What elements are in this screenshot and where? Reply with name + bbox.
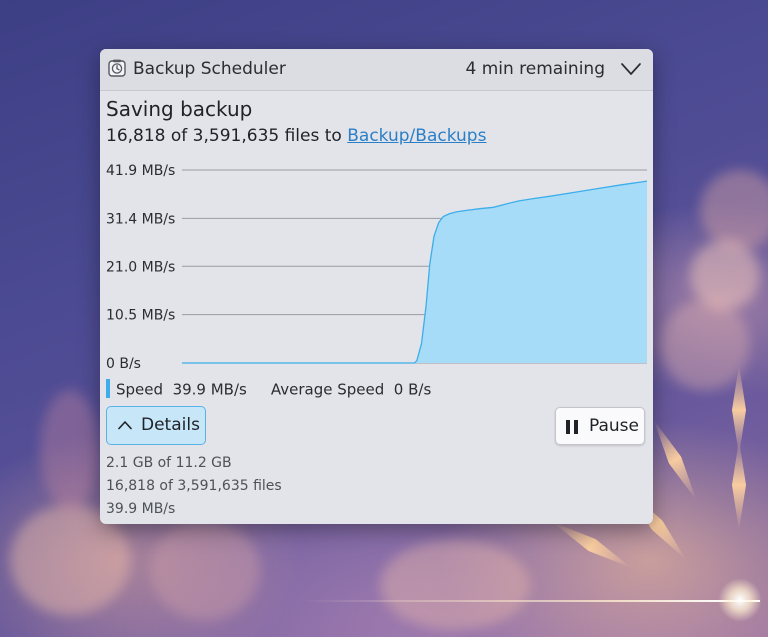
files-progress: 16,818 of 3,591,635 files: [106, 478, 282, 494]
pause-label: Pause: [589, 416, 639, 436]
sparkle: [732, 440, 746, 530]
y-tick-label: 0 B/s: [106, 356, 141, 369]
backup-scheduler-icon: [108, 59, 126, 77]
chart-legend: Speed 39.9 MB/s Average Speed 0 B/s: [106, 378, 432, 402]
progress-text: 16,818 of 3,591,635 files to: [106, 126, 348, 146]
sparkle: [550, 516, 635, 573]
notification-title: Saving backup: [106, 97, 253, 121]
bokeh-light: [40, 390, 100, 510]
speed-label: Speed: [116, 380, 164, 399]
y-tick-label: 21.0 MB/s: [106, 259, 175, 275]
avg-speed-value: 0 B/s: [393, 380, 432, 399]
y-tick-label: 31.4 MB/s: [106, 211, 175, 227]
pause-button[interactable]: Pause: [555, 407, 645, 445]
sparkle: [648, 417, 703, 503]
chevron-up-icon: [118, 421, 132, 430]
destination-link[interactable]: Backup/Backups: [347, 126, 486, 146]
bokeh-light: [150, 520, 260, 620]
backup-notification: Backup Scheduler 4 min remaining Saving …: [100, 49, 653, 524]
speed-area: [182, 181, 647, 363]
time-remaining: 4 min remaining: [465, 59, 605, 79]
y-tick-label: 41.9 MB/s: [106, 163, 175, 179]
bokeh-light: [660, 300, 750, 390]
speed-value: 39.9 MB/s: [172, 380, 247, 399]
chevron-down-icon[interactable]: [619, 59, 643, 79]
current-speed: 39.9 MB/s: [106, 501, 176, 517]
progress-summary: 16,818 of 3,591,635 files to Backup/Back…: [106, 126, 486, 146]
pause-icon: [566, 420, 578, 434]
app-name: Backup Scheduler: [133, 59, 286, 79]
avg-speed-label: Average Speed: [270, 380, 385, 399]
bokeh-light: [700, 170, 768, 250]
star-glint: [300, 600, 760, 602]
y-tick-label: 10.5 MB/s: [106, 308, 175, 324]
details-label: Details: [141, 415, 200, 435]
details-button[interactable]: Details: [106, 406, 206, 445]
star-core: [718, 578, 762, 622]
size-progress: 2.1 GB of 11.2 GB: [106, 455, 232, 471]
speed-legend-swatch: [106, 378, 110, 398]
bokeh-light: [380, 540, 530, 630]
notification-header: Backup Scheduler 4 min remaining: [100, 49, 653, 91]
y-axis-ticks: 41.9 MB/s 31.4 MB/s 21.0 MB/s 10.5 MB/s 0 B/…: [106, 163, 175, 369]
speed-chart: 41.9 MB/s 31.4 MB/s 21.0 MB/s 10.5 MB/s 0 B/…: [106, 163, 648, 369]
